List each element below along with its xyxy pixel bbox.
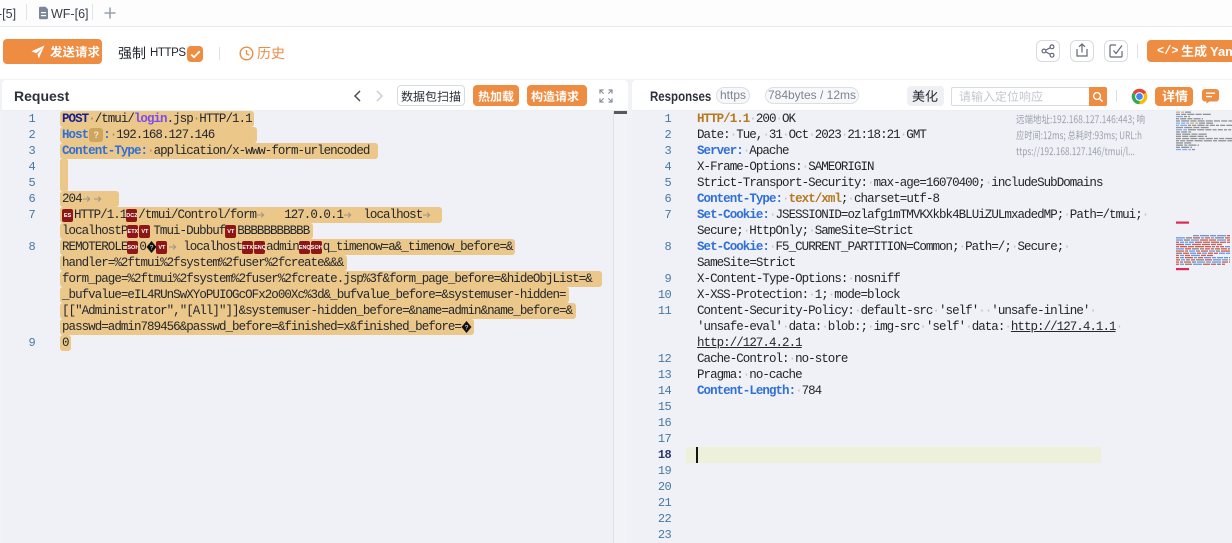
svg-text:?: ?: [465, 324, 469, 331]
svg-text:?: ?: [150, 244, 154, 251]
